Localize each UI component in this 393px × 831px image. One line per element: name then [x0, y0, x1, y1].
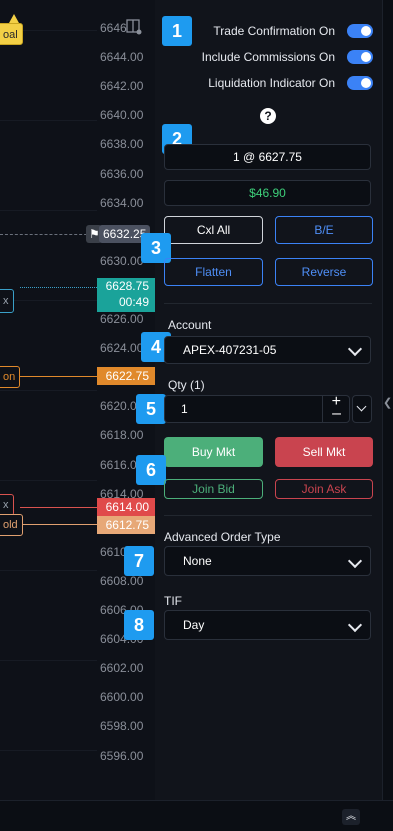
- qty-value: 1: [181, 402, 188, 416]
- sell-market-button[interactable]: Sell Mkt: [275, 437, 373, 467]
- take-profit-line: [20, 376, 97, 377]
- position-pnl: $46.90: [164, 180, 371, 206]
- price-chart[interactable]: oal x on x old: [0, 0, 97, 800]
- price-tick-label: 6642.00: [100, 79, 144, 94]
- position-line: [20, 287, 97, 288]
- position-summary: 1 @ 6627.75: [164, 144, 371, 170]
- bottom-bar: ︽: [0, 800, 393, 831]
- price-tick-label: 6624.00: [100, 341, 144, 356]
- position-tag[interactable]: x: [0, 289, 14, 313]
- include-commissions-row[interactable]: Include Commissions On: [202, 50, 373, 64]
- panel-scrollbar[interactable]: ❮: [382, 0, 393, 800]
- price-tick-label: 6626.00: [100, 312, 144, 326]
- price-tick-label: 6638.00: [100, 137, 144, 152]
- price-tick-label: 6634.00: [100, 195, 144, 210]
- price-tick-label: 6602.00: [100, 661, 144, 676]
- stop-tag-2[interactable]: old: [0, 514, 23, 536]
- breakeven-button[interactable]: B/E: [275, 216, 373, 244]
- account-label: Account: [168, 318, 212, 332]
- gridline: [0, 120, 97, 121]
- advanced-order-type-value: None: [183, 554, 212, 568]
- price-tick-label: 6598.00: [100, 719, 144, 734]
- advanced-order-type-label: Advanced Order Type: [164, 530, 281, 544]
- buy-market-button[interactable]: Buy Mkt: [164, 437, 263, 467]
- step-badge-5: 5: [136, 394, 166, 424]
- expand-up-icon[interactable]: ︽: [342, 809, 360, 825]
- stop-line: [20, 507, 97, 508]
- price-tick-label: 6596.00: [100, 748, 144, 763]
- chevron-down-icon: [347, 341, 363, 357]
- take-profit-price-chip: 6622.75: [97, 367, 155, 385]
- price-tick-label: 6646: [100, 21, 127, 35]
- trade-confirmation-row[interactable]: Trade Confirmation On: [213, 24, 373, 38]
- account-select[interactable]: APEX-407231-05: [164, 336, 371, 364]
- stop-tag[interactable]: x: [0, 494, 14, 516]
- cancel-all-button[interactable]: Cxl All: [164, 216, 263, 244]
- axis-settings-icon[interactable]: [126, 19, 142, 35]
- goal-tag[interactable]: oal: [0, 23, 23, 45]
- liquidation-indicator-toggle[interactable]: [347, 76, 373, 90]
- qty-label: Qty (1): [168, 378, 205, 392]
- gridline: [0, 570, 97, 571]
- include-commissions-label: Include Commissions On: [201, 50, 335, 64]
- step-badge-1: 1: [162, 16, 192, 46]
- advanced-order-type-select[interactable]: None: [164, 546, 371, 576]
- join-bid-button[interactable]: Join Bid: [164, 479, 263, 499]
- divider: [164, 303, 372, 304]
- help-icon[interactable]: ?: [260, 108, 276, 124]
- include-commissions-toggle[interactable]: [347, 50, 373, 64]
- tif-label: TIF: [164, 594, 182, 608]
- chevron-down-icon: [347, 617, 363, 633]
- join-ask-button[interactable]: Join Ask: [275, 479, 373, 499]
- qty-input[interactable]: 1 + –: [164, 393, 350, 423]
- price-tick-label: 6630.00: [100, 253, 144, 268]
- liquidation-indicator-row[interactable]: Liquidation Indicator On: [208, 76, 373, 90]
- account-value: APEX-407231-05: [183, 343, 277, 357]
- gridline: [0, 390, 97, 391]
- liquidation-indicator-label: Liquidation Indicator On: [208, 76, 335, 90]
- trade-confirmation-toggle[interactable]: [347, 24, 373, 38]
- price-tick-label: 6600.00: [100, 690, 144, 705]
- divider: [164, 515, 372, 516]
- step-badge-6: 6: [136, 455, 166, 485]
- position-price-chip: 6628.75 00:49: [97, 278, 155, 312]
- chevron-down-icon: [347, 553, 363, 569]
- collapse-panel-icon[interactable]: ❮: [383, 396, 393, 416]
- step-badge-8: 8: [124, 610, 154, 640]
- qty-preset-dropdown[interactable]: [352, 395, 372, 423]
- qty-decrement-button[interactable]: –: [332, 405, 341, 423]
- chevron-down-icon: [356, 401, 367, 412]
- gridline: [0, 300, 97, 301]
- stop-price-chip: 6614.00: [97, 498, 155, 516]
- tif-value: Day: [183, 618, 205, 632]
- stepper-divider: [322, 396, 323, 422]
- position-price: 6628.75: [105, 279, 149, 293]
- price-tick-label: 6644.00: [100, 50, 144, 65]
- flatten-button[interactable]: Flatten: [164, 258, 263, 286]
- stop-line-2: [20, 524, 97, 525]
- price-tick-label: 6640.00: [100, 108, 144, 123]
- current-price-line: [0, 234, 97, 235]
- gridline: [0, 750, 97, 751]
- gridline: [0, 480, 97, 481]
- gridline: [0, 660, 97, 661]
- stop-price-chip-2: 6612.75: [97, 516, 155, 534]
- trade-confirmation-label: Trade Confirmation On: [213, 24, 335, 38]
- goal-marker-icon: [9, 14, 19, 23]
- price-tick-label: 6636.00: [100, 166, 144, 181]
- price-tick-label: 6618.00: [100, 428, 144, 443]
- position-timer: 00:49: [118, 295, 149, 309]
- take-profit-tag[interactable]: on: [0, 366, 21, 388]
- reverse-button[interactable]: Reverse: [275, 258, 373, 286]
- tif-select[interactable]: Day: [164, 610, 371, 640]
- gridline: [0, 210, 97, 211]
- step-badge-7: 7: [124, 546, 154, 576]
